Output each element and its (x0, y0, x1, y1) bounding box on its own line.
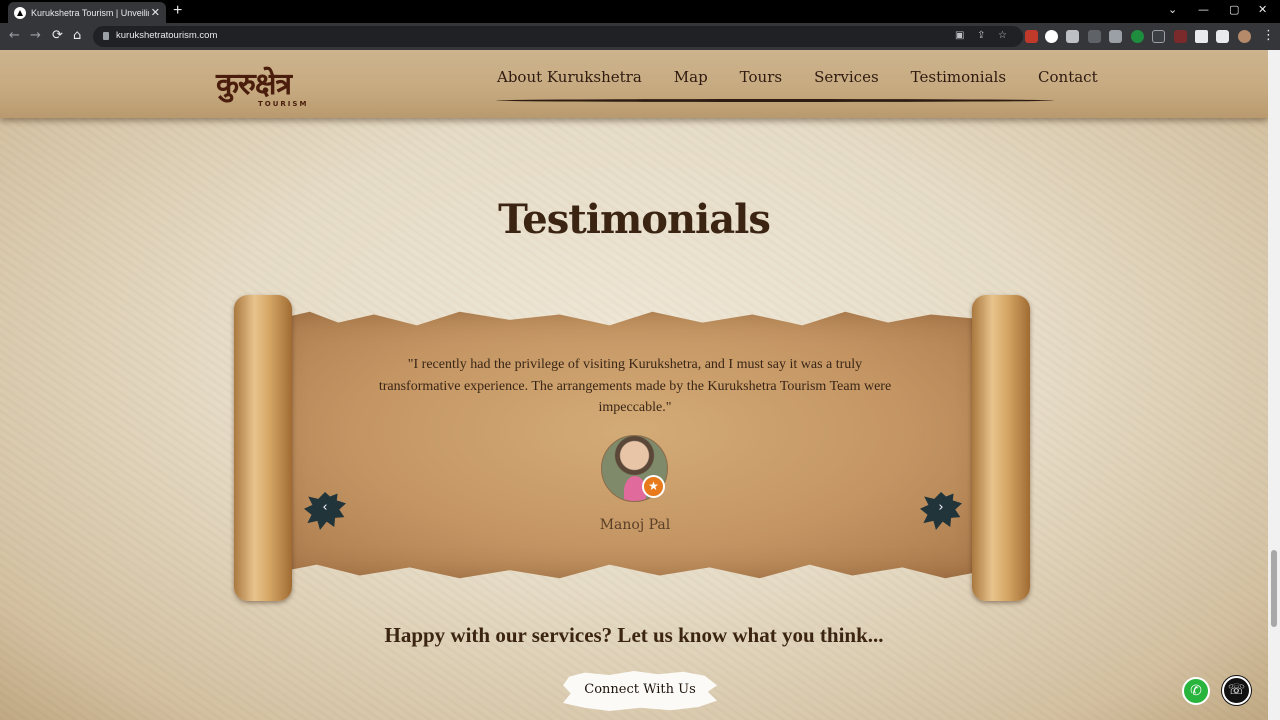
share-icon[interactable]: ⇪ (977, 30, 985, 41)
scroll-roll-right (972, 295, 1030, 601)
scroll-roll-left (234, 295, 292, 601)
tab-search-icon[interactable]: ⌄ (1168, 3, 1177, 16)
feedback-prompt: Happy with our services? Let us know wha… (384, 623, 884, 647)
side-panel-icon[interactable] (1216, 30, 1229, 43)
testimonial-quote: "I recently had the privilege of visitin… (378, 357, 892, 415)
new-tab-button[interactable]: + (173, 2, 182, 20)
browser-tab-strip: Kurukshetra Tourism | Unveiling t ✕ + ⌄ … (0, 0, 1280, 23)
carousel-next-button[interactable]: › (912, 486, 970, 536)
back-icon[interactable]: ← (9, 28, 20, 43)
site-favicon-icon (14, 6, 26, 19)
nav-tours[interactable]: Tours (740, 68, 782, 86)
carousel-prev-button[interactable]: ‹ (296, 486, 354, 536)
nav-map[interactable]: Map (674, 68, 708, 86)
extension-icon[interactable] (1066, 30, 1079, 43)
chevron-right-icon: › (938, 500, 944, 515)
browser-menu-icon[interactable]: ⋮ (1262, 28, 1275, 43)
nav-about[interactable]: About Kurukshetra (497, 68, 642, 86)
translate-icon[interactable]: ▣ (955, 30, 964, 41)
browser-tab[interactable]: Kurukshetra Tourism | Unveiling t ✕ (8, 2, 166, 23)
page-scrollbar[interactable] (1268, 50, 1280, 720)
extension-icon[interactable] (1174, 30, 1187, 43)
extension-icon[interactable] (1109, 30, 1122, 43)
forward-icon[interactable]: → (30, 28, 41, 43)
address-bar[interactable]: kurukshetratourism.com ▣ ⇪ ☆ (93, 26, 1023, 47)
nav-underline (496, 99, 1054, 102)
close-tab-icon[interactable]: ✕ (151, 6, 160, 19)
browser-toolbar: ← → ⟳ ⌂ kurukshetratourism.com ▣ ⇪ ☆ ⋮ (0, 23, 1280, 50)
section-title: Testimonials (498, 196, 771, 243)
nav-contact[interactable]: Contact (1038, 68, 1098, 86)
restore-window-icon[interactable]: ▢ (1229, 3, 1239, 16)
lock-icon (103, 32, 109, 40)
scrollbar-thumb[interactable] (1271, 550, 1277, 627)
extension-icon[interactable] (1088, 30, 1101, 43)
extension-icon[interactable] (1152, 30, 1165, 43)
nav-services[interactable]: Services (814, 68, 879, 86)
extension-icon[interactable] (1045, 30, 1058, 43)
nav-testimonials[interactable]: Testimonials (911, 68, 1006, 86)
star-badge-icon: ★ (642, 475, 665, 498)
home-icon[interactable]: ⌂ (73, 28, 81, 43)
bookmark-star-icon[interactable]: ☆ (998, 30, 1007, 41)
extension-icon[interactable] (1025, 30, 1038, 43)
whatsapp-icon[interactable]: ✆ (1182, 677, 1210, 705)
phone-call-icon[interactable]: ☏ (1222, 676, 1251, 705)
connect-with-us-button[interactable]: Connect With Us (563, 671, 717, 711)
page-content: कुरुक्षेत्र TOURISM About Kurukshetra Ma… (0, 50, 1268, 720)
tab-title: Kurukshetra Tourism | Unveiling t (31, 7, 149, 18)
extensions-puzzle-icon[interactable] (1195, 30, 1208, 43)
testimonial-scroll: "I recently had the privilege of visitin… (232, 295, 1032, 601)
main-nav: About Kurukshetra Map Tours Services Tes… (497, 68, 1130, 86)
minimize-window-icon[interactable]: — (1198, 3, 1209, 16)
extension-icon[interactable] (1131, 30, 1144, 43)
reload-icon[interactable]: ⟳ (52, 28, 63, 43)
logo-wordmark: कुरुक्षेत्र (216, 67, 292, 102)
site-header: कुरुक्षेत्र TOURISM About Kurukshetra Ma… (0, 50, 1268, 118)
logo-subtitle: TOURISM (258, 100, 309, 108)
close-window-icon[interactable]: ✕ (1258, 3, 1267, 16)
url-text: kurukshetratourism.com (116, 30, 218, 41)
chevron-left-icon: ‹ (322, 500, 328, 515)
site-logo[interactable]: कुरुक्षेत्र TOURISM (214, 56, 318, 114)
profile-avatar[interactable] (1238, 30, 1251, 43)
